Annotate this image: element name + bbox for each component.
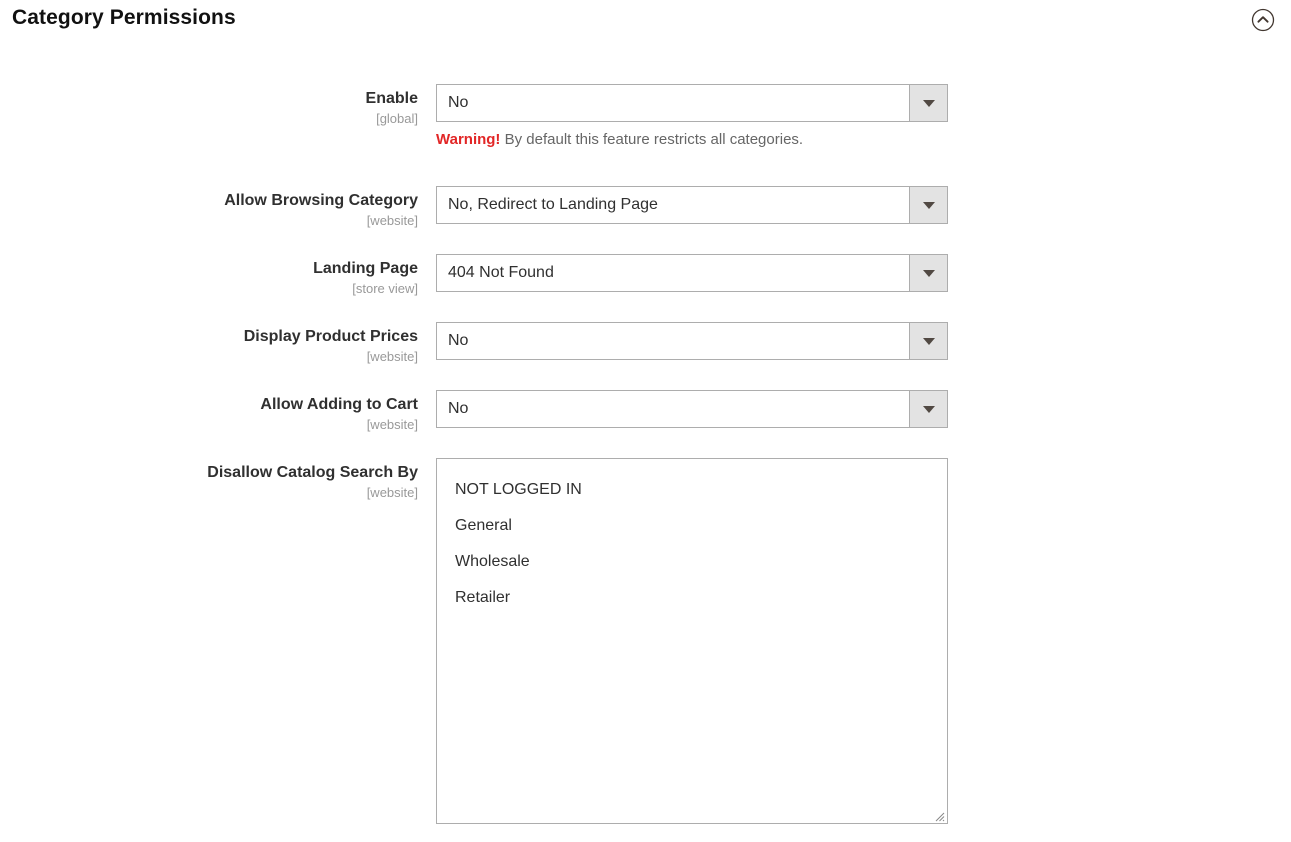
field-label-allow-browsing-category: Allow Browsing Category [website] <box>0 190 418 229</box>
chevron-down-icon <box>922 337 935 345</box>
label-text: Enable <box>365 90 418 107</box>
scope-text: [store view] <box>352 281 418 296</box>
collapse-section-button[interactable] <box>1250 7 1276 33</box>
list-item[interactable]: General <box>437 508 947 544</box>
enable-select-arrow-button[interactable] <box>909 85 947 121</box>
field-control-landing-page: 404 Not Found <box>436 254 948 292</box>
allow-adding-to-cart-select-value: No <box>448 400 469 417</box>
chevron-down-icon <box>922 99 935 107</box>
enable-warning-note: Warning! By default this feature restric… <box>436 130 948 150</box>
landing-page-select-arrow-button[interactable] <box>909 255 947 291</box>
section-header: Category Permissions <box>0 0 1291 42</box>
landing-page-select-value: 404 Not Found <box>448 264 554 281</box>
enable-select[interactable]: No <box>436 84 948 122</box>
scope-text: [website] <box>366 349 418 364</box>
field-label-display-product-prices: Display Product Prices [website] <box>0 326 418 365</box>
scope-text: [website] <box>366 213 418 228</box>
allow-adding-to-cart-select-arrow-button[interactable] <box>909 391 947 427</box>
field-label-landing-page: Landing Page [store view] <box>0 258 418 297</box>
warning-label: Warning! <box>436 131 501 148</box>
field-control-allow-browsing-category: No, Redirect to Landing Page <box>436 186 948 224</box>
field-control-disallow-catalog-search-by: NOT LOGGED IN General Wholesale Retailer <box>436 458 948 824</box>
display-product-prices-select[interactable]: No <box>436 322 948 360</box>
enable-select-value: No <box>448 94 469 111</box>
field-label-enable: Enable [global] <box>0 88 418 127</box>
chevron-down-icon <box>922 405 935 413</box>
display-product-prices-select-arrow-button[interactable] <box>909 323 947 359</box>
list-item[interactable]: NOT LOGGED IN <box>437 472 947 508</box>
field-label-allow-adding-to-cart: Allow Adding to Cart [website] <box>0 394 418 433</box>
scope-text: [global] <box>376 111 418 126</box>
warning-message: By default this feature restricts all ca… <box>500 131 804 148</box>
allow-adding-to-cart-select[interactable]: No <box>436 390 948 428</box>
page-title: Category Permissions <box>12 6 236 29</box>
field-control-allow-adding-to-cart: No <box>436 390 948 428</box>
chevron-down-icon <box>922 269 935 277</box>
allow-browsing-category-select[interactable]: No, Redirect to Landing Page <box>436 186 948 224</box>
label-text: Allow Browsing Category <box>224 192 418 209</box>
list-item[interactable]: Retailer <box>437 580 947 616</box>
label-text: Allow Adding to Cart <box>260 396 418 413</box>
allow-browsing-category-select-value: No, Redirect to Landing Page <box>448 196 658 213</box>
chevron-up-circle-icon <box>1251 8 1275 32</box>
chevron-down-icon <box>922 201 935 209</box>
field-label-disallow-catalog-search-by: Disallow Catalog Search By [website] <box>0 462 418 501</box>
scope-text: [website] <box>366 417 418 432</box>
label-text: Display Product Prices <box>243 328 418 345</box>
disallow-catalog-search-by-multiselect[interactable]: NOT LOGGED IN General Wholesale Retailer <box>436 458 948 824</box>
field-control-display-product-prices: No <box>436 322 948 360</box>
landing-page-select[interactable]: 404 Not Found <box>436 254 948 292</box>
allow-browsing-category-select-arrow-button[interactable] <box>909 187 947 223</box>
list-item[interactable]: Wholesale <box>437 544 947 580</box>
multiselect-option-list: NOT LOGGED IN General Wholesale Retailer <box>437 459 947 616</box>
label-text: Landing Page <box>313 260 418 277</box>
resize-handle-icon[interactable] <box>933 809 945 822</box>
scope-text: [website] <box>366 485 418 500</box>
label-text: Disallow Catalog Search By <box>207 464 418 481</box>
display-product-prices-select-value: No <box>448 332 469 349</box>
field-control-enable: No Warning! By default this feature rest… <box>436 84 948 150</box>
